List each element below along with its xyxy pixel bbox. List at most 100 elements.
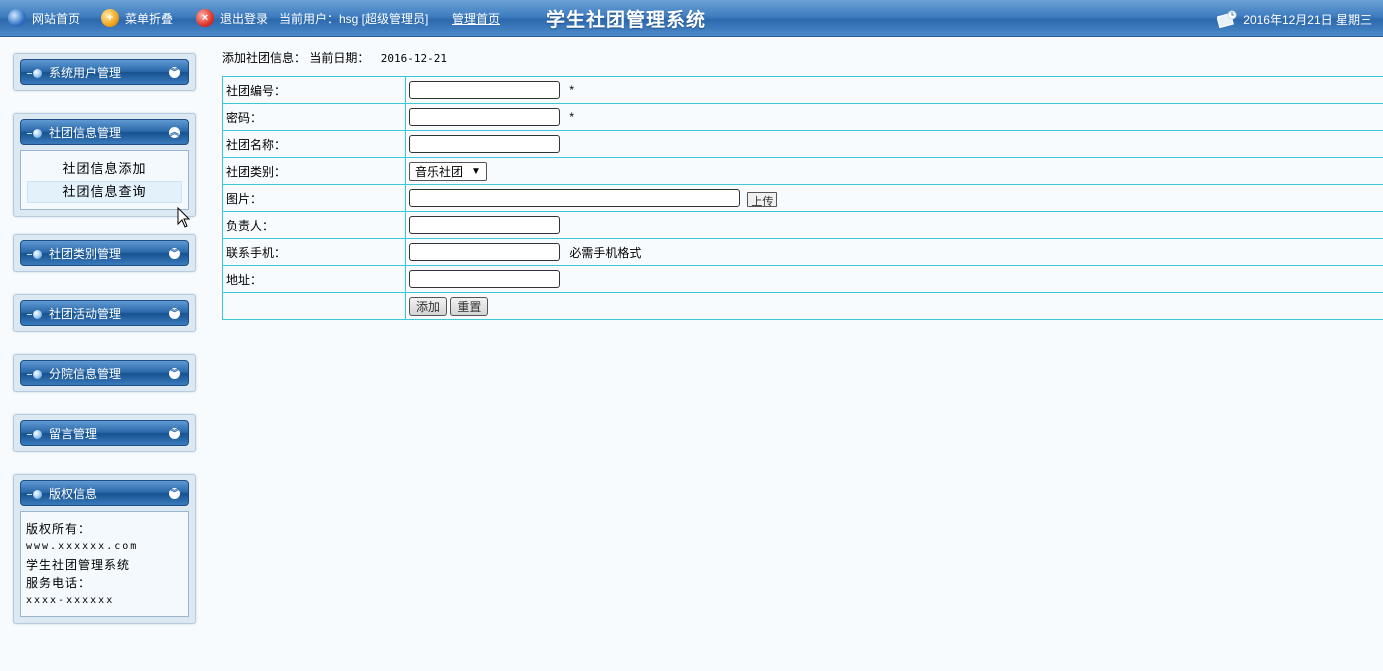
club-name-label: 社团名称：: [222, 130, 406, 158]
club-name-input[interactable]: [409, 135, 560, 153]
collapse-icon: +: [101, 9, 119, 27]
photo-label: 图片：: [222, 184, 406, 212]
category-selected-value: 音乐社团: [415, 164, 464, 179]
home-link-label: 网站首页: [32, 11, 81, 26]
menu-item-club-query[interactable]: 社团信息查询: [27, 181, 182, 203]
panel-title: 版权信息: [49, 487, 98, 501]
club-no-label: 社团编号：: [222, 76, 406, 104]
panel-club-activity: 社团活动管理 ︾: [13, 294, 196, 332]
copyright-phone-label: 服务电话：: [26, 576, 92, 590]
upload-button[interactable]: 上传: [747, 192, 778, 208]
leader-label: 负责人：: [222, 211, 406, 239]
menu-item-club-add[interactable]: 社团信息添加: [27, 159, 182, 179]
reset-button[interactable]: 重置: [450, 296, 489, 316]
panel-header-copyright[interactable]: 版权信息 ︾: [20, 480, 189, 506]
copyright-line: 版权所有：: [26, 522, 92, 536]
required-mark: *: [569, 110, 575, 124]
system-title: 学生社团管理系统: [546, 10, 707, 31]
chevron-down-icon: ︾: [169, 308, 180, 319]
panel-header-club-activity[interactable]: 社团活动管理 ︾: [20, 300, 189, 326]
panel-system-users: 系统用户管理 ︾: [13, 53, 196, 91]
actions-empty-cell: [222, 292, 406, 320]
form-row-leader: 负责人：: [222, 211, 1383, 239]
logout-link[interactable]: × 退出登录: [196, 9, 268, 27]
bullet-icon: [27, 430, 42, 439]
dropdown-arrow-icon: ▼: [471, 165, 481, 177]
admin-home-link[interactable]: 管理首页: [452, 9, 500, 27]
current-user: 当前用户：hsg [超级管理员]: [279, 11, 429, 26]
chevron-up-icon: ︽: [169, 127, 180, 138]
panel-copyright: 版权信息 ︾ 版权所有： www.xxxxxx.com 学生社团管理系统 服务电…: [13, 474, 196, 624]
date-label: 当前日期：: [309, 51, 370, 65]
panel-branch-info: 分院信息管理 ︾: [13, 354, 196, 392]
collapse-menu-label: 菜单折叠: [125, 11, 174, 26]
phone-label: 联系手机：: [222, 238, 406, 266]
chevron-down-icon: ︾: [169, 488, 180, 499]
mouse-cursor-icon: [177, 207, 191, 228]
panel-header-messages[interactable]: 留言管理 ︾: [20, 420, 189, 446]
panel-title: 分院信息管理: [49, 367, 122, 381]
photo-input[interactable]: [409, 189, 740, 207]
panel-title: 社团信息管理: [49, 126, 122, 140]
chevron-down-icon: ︾: [169, 428, 180, 439]
add-button[interactable]: 添加: [409, 296, 448, 316]
logout-icon: ×: [196, 9, 214, 27]
chevron-down-icon: ︾: [169, 248, 180, 259]
panel-club-category: 社团类别管理 ︾: [13, 234, 196, 272]
form-row-address: 地址：: [222, 265, 1383, 293]
panel-club-info: 社团信息管理 ︽ 社团信息添加 社团信息查询: [13, 113, 196, 217]
password-input[interactable]: [409, 108, 560, 126]
date-text: 2016年12月21日 星期三: [1243, 12, 1372, 27]
panel-title: 社团类别管理: [49, 247, 122, 261]
password-label: 密码：: [222, 103, 406, 131]
panel-header-club-category[interactable]: 社团类别管理 ︾: [20, 240, 189, 266]
panel-messages: 留言管理 ︾: [13, 414, 196, 452]
copyright-phone: xxxx-xxxxxx: [26, 595, 115, 606]
calendar-icon: [1216, 10, 1237, 29]
form-row-category: 社团类别： 音乐社团 ▼: [222, 157, 1383, 185]
form-row-club-name: 社团名称：: [222, 130, 1383, 158]
logout-label: 退出登录: [220, 11, 269, 26]
bullet-icon: [27, 490, 42, 499]
bullet-icon: [27, 129, 42, 138]
panel-title: 系统用户管理: [49, 66, 122, 80]
club-add-form: 社团编号： * 密码： * 社团名称： 社团类别： 音乐社团 ▼ 图片： 上传: [222, 76, 1383, 320]
panel-header-branch-info[interactable]: 分院信息管理 ︾: [20, 360, 189, 386]
form-row-actions: 添加 重置: [222, 292, 1383, 320]
form-row-password: 密码： *: [222, 103, 1383, 131]
bullet-icon: [27, 250, 42, 259]
top-navigation-bar: 网站首页 + 菜单折叠 × 退出登录 当前用户：hsg [超级管理员] 管理首页…: [0, 0, 1383, 37]
page-heading: 添加社团信息：: [222, 51, 307, 65]
category-select[interactable]: 音乐社团 ▼: [409, 161, 487, 181]
date-display: 2016年12月21日 星期三: [1216, 10, 1372, 29]
form-row-phone: 联系手机： 必需手机格式: [222, 238, 1383, 266]
form-row-club-no: 社团编号： *: [222, 76, 1383, 104]
required-mark: *: [569, 83, 575, 97]
panel-header-club-info[interactable]: 社团信息管理 ︽: [20, 119, 189, 145]
address-input[interactable]: [409, 270, 560, 288]
panel-header-system-users[interactable]: 系统用户管理 ︾: [20, 59, 189, 85]
club-no-input[interactable]: [409, 81, 560, 99]
form-row-photo: 图片： 上传: [222, 184, 1383, 212]
chevron-down-icon: ︾: [169, 67, 180, 78]
collapse-menu-link[interactable]: + 菜单折叠: [101, 9, 173, 27]
copyright-system-name: 学生社团管理系统: [26, 558, 131, 572]
bullet-icon: [27, 310, 42, 319]
page-info: 添加社团信息： 当前日期： 2016-12-21: [222, 49, 447, 66]
home-link[interactable]: 网站首页: [8, 9, 80, 27]
address-label: 地址：: [222, 265, 406, 293]
date-value: 2016-12-21: [380, 52, 447, 65]
chevron-down-icon: ︾: [169, 368, 180, 379]
bullet-icon: [27, 69, 42, 78]
panel-title: 留言管理: [49, 427, 98, 441]
panel-title: 社团活动管理: [49, 307, 122, 321]
globe-icon: [8, 9, 26, 27]
copyright-url: www.xxxxxx.com: [26, 541, 139, 552]
leader-input[interactable]: [409, 216, 560, 234]
panel-body-copyright: 版权所有： www.xxxxxx.com 学生社团管理系统 服务电话： xxxx…: [20, 511, 189, 617]
panel-body-club-info: 社团信息添加 社团信息查询: [20, 150, 189, 210]
phone-hint: 必需手机格式: [569, 245, 642, 260]
category-label: 社团类别：: [222, 157, 406, 185]
bullet-icon: [27, 370, 42, 379]
phone-input[interactable]: [409, 243, 560, 261]
